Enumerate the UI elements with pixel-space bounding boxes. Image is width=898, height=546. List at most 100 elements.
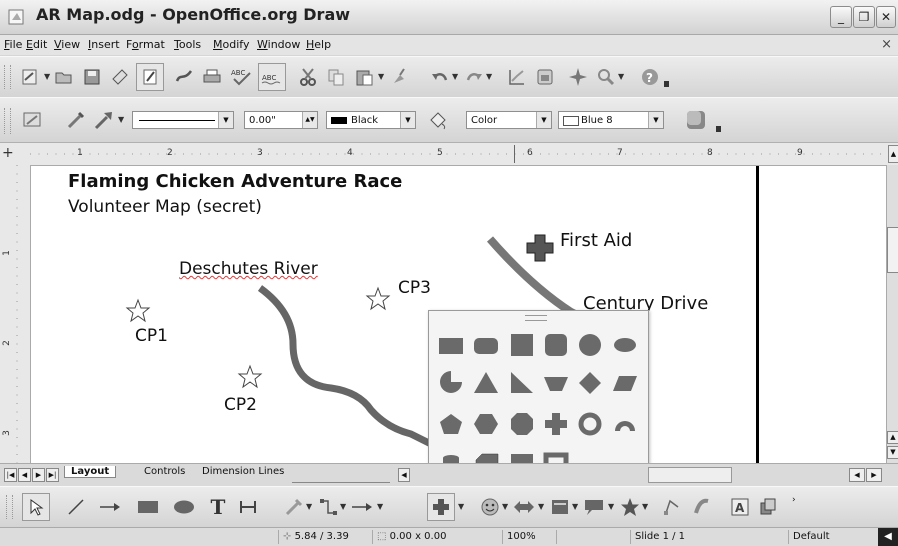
first-tab-button[interactable]: |◀ xyxy=(4,468,17,482)
new-dropdown-arrow[interactable]: ▼ xyxy=(44,72,50,81)
area-style-dropdown-arrow[interactable]: ▼ xyxy=(536,112,551,128)
line-arrow-tool-icon[interactable] xyxy=(98,495,122,519)
minimize-button[interactable]: _ xyxy=(830,6,852,28)
spellcheck-icon[interactable]: ABC xyxy=(230,65,254,89)
fontwork-gallery-icon[interactable] xyxy=(690,495,714,519)
toolbar-grip[interactable] xyxy=(6,495,13,519)
text-tool-icon[interactable]: T xyxy=(206,495,230,519)
clone-formatting-icon[interactable] xyxy=(388,65,412,89)
first-aid-label[interactable]: First Aid xyxy=(560,230,632,251)
next-tab-button[interactable]: ▶ xyxy=(32,468,45,482)
menu-file[interactable]: File xyxy=(4,38,22,51)
toolbar-overflow-marker[interactable] xyxy=(664,81,669,87)
new-document-icon[interactable] xyxy=(18,65,42,89)
auto-spellcheck-icon[interactable]: ABC xyxy=(258,63,286,91)
line-style-select[interactable]: ▼ xyxy=(132,111,234,129)
arrow-style-dropdown-arrow[interactable]: ▼ xyxy=(118,115,124,124)
flowchart-tool-icon[interactable] xyxy=(548,495,572,519)
scroll-up-button[interactable]: ▲ xyxy=(888,145,898,163)
toolbar-grip[interactable] xyxy=(4,108,11,134)
connector-tool-icon[interactable] xyxy=(316,495,340,519)
line-icon[interactable] xyxy=(64,108,88,132)
points-tool-icon[interactable] xyxy=(660,495,684,519)
menu-edit[interactable]: Edit xyxy=(26,38,47,51)
tab-layout[interactable]: Layout xyxy=(64,466,117,478)
basic-shapes-tool-icon[interactable] xyxy=(427,493,455,521)
horizontal-ruler[interactable]: + 1 2 3 4 5 6 7 8 9 ▲ xyxy=(0,143,898,166)
print-icon[interactable] xyxy=(200,65,224,89)
text-box-icon[interactable]: A xyxy=(728,495,752,519)
tab-dimension-lines[interactable]: Dimension Lines xyxy=(196,466,290,477)
gallery-icon[interactable] xyxy=(533,65,557,89)
line-tool-icon[interactable] xyxy=(64,495,88,519)
vertical-ruler[interactable]: 1 2 3 xyxy=(0,165,31,463)
menu-help[interactable]: Help xyxy=(306,38,331,51)
menu-window[interactable]: Window xyxy=(257,38,300,51)
curve-dropdown-arrow[interactable]: ▼ xyxy=(306,502,312,511)
area-style-select[interactable]: Color ▼ xyxy=(466,111,552,129)
redo-dropdown-arrow[interactable]: ▼ xyxy=(486,72,492,81)
zoom-icon[interactable] xyxy=(594,65,618,89)
scroll-right-button[interactable]: ▶ xyxy=(866,468,882,482)
maximize-button[interactable]: ❐ xyxy=(853,6,875,28)
toolbar-grip[interactable] xyxy=(4,65,11,89)
extrusion-icon[interactable] xyxy=(756,495,780,519)
select-arrow-icon[interactable] xyxy=(22,493,50,521)
stars-tool-icon[interactable] xyxy=(618,495,642,519)
export-pdf-icon[interactable] xyxy=(172,65,196,89)
help-icon[interactable]: ? xyxy=(638,65,662,89)
undo-dropdown-arrow[interactable]: ▼ xyxy=(452,72,458,81)
undo-icon[interactable] xyxy=(428,65,452,89)
fit-text-tool-icon[interactable] xyxy=(236,495,260,519)
menu-format[interactable]: Format xyxy=(126,38,165,51)
cp2-label[interactable]: CP2 xyxy=(224,395,257,415)
edit-file-icon[interactable] xyxy=(136,63,164,91)
status-arrow-icon[interactable]: ◀ xyxy=(878,528,898,546)
close-window-button[interactable]: ✕ xyxy=(876,6,896,28)
lines-arrows-tool-icon[interactable] xyxy=(350,495,374,519)
area-color-dropdown-arrow[interactable]: ▼ xyxy=(648,112,663,128)
menu-tools[interactable]: Tools xyxy=(174,38,201,51)
symbol-shapes-tool-icon[interactable] xyxy=(478,495,502,519)
styles-formatting-icon[interactable] xyxy=(20,108,44,132)
river-label[interactable]: Deschutes River xyxy=(179,259,318,279)
scrollbar-thumb[interactable] xyxy=(887,227,898,273)
flowchart-dropdown-arrow[interactable]: ▼ xyxy=(572,502,578,511)
line-width-spinner[interactable]: ▲▼ xyxy=(302,112,317,128)
copy-icon[interactable] xyxy=(324,65,348,89)
menu-insert[interactable]: Insert xyxy=(88,38,120,51)
redo-icon[interactable] xyxy=(462,65,486,89)
cut-icon[interactable] xyxy=(296,65,320,89)
symbol-shapes-dropdown-arrow[interactable]: ▼ xyxy=(502,502,508,511)
zoom-level[interactable]: 100% xyxy=(502,530,552,544)
toolbar-overflow-marker[interactable] xyxy=(716,126,721,132)
block-arrows-dropdown-arrow[interactable]: ▼ xyxy=(538,502,544,511)
callouts-tool-icon[interactable] xyxy=(582,495,606,519)
toolbar-overflow-marker[interactable]: › xyxy=(792,495,796,505)
scroll-down-button[interactable]: ▼ xyxy=(887,446,898,459)
ellipse-tool-icon[interactable] xyxy=(172,495,196,519)
zoom-dropdown-arrow[interactable]: ▼ xyxy=(618,72,624,81)
chart-icon[interactable] xyxy=(505,65,529,89)
cp1-label[interactable]: CP1 xyxy=(135,326,168,346)
email-icon[interactable] xyxy=(108,65,132,89)
cp3-label[interactable]: CP3 xyxy=(398,278,431,298)
line-color-select[interactable]: Black ▼ xyxy=(326,111,416,129)
tab-controls[interactable]: Controls xyxy=(138,466,191,477)
save-icon[interactable] xyxy=(80,65,104,89)
area-fill-icon[interactable] xyxy=(426,108,450,132)
paste-dropdown-arrow[interactable]: ▼ xyxy=(378,72,384,81)
block-arrows-tool-icon[interactable] xyxy=(512,495,536,519)
line-width-field[interactable]: 0.00" ▲▼ xyxy=(244,111,318,129)
open-folder-icon[interactable] xyxy=(52,65,76,89)
scroll-up-button[interactable]: ▲ xyxy=(887,431,898,444)
curve-tool-icon[interactable] xyxy=(282,495,306,519)
line-color-dropdown-arrow[interactable]: ▼ xyxy=(400,112,415,128)
horizontal-scrollbar-track[interactable] xyxy=(648,467,732,483)
vertical-scrollbar[interactable]: ▲ ▼ xyxy=(886,165,898,463)
rectangle-tool-icon[interactable] xyxy=(136,495,160,519)
line-style-dropdown-arrow[interactable]: ▼ xyxy=(218,112,233,128)
menu-modify[interactable]: Modify xyxy=(213,38,249,51)
prev-tab-button[interactable]: ◀ xyxy=(18,468,31,482)
basic-shapes-dropdown-arrow[interactable]: ▼ xyxy=(458,502,464,511)
